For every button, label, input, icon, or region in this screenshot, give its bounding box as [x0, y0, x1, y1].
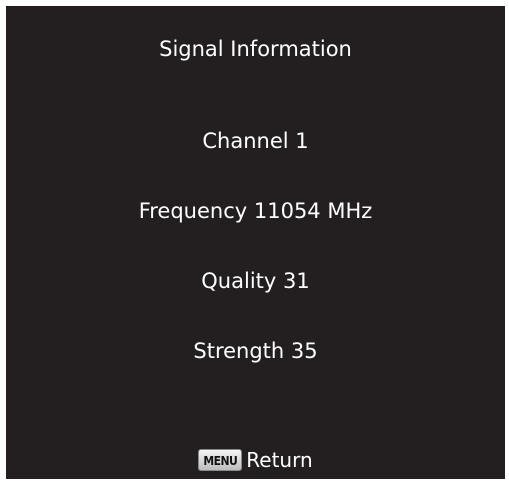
strength-info: Strength 35	[193, 339, 318, 363]
screen-title: Signal Information	[159, 37, 352, 61]
return-hint[interactable]: MENU Return	[6, 447, 505, 473]
return-label: Return	[246, 448, 313, 472]
frequency-info: Frequency 11054 MHz	[138, 199, 373, 223]
menu-key-icon[interactable]: MENU	[198, 449, 243, 471]
channel-info: Channel 1	[202, 129, 309, 153]
signal-info-panel: Signal Information Channel 1 Frequency 1…	[6, 6, 505, 479]
quality-info: Quality 31	[201, 269, 310, 293]
